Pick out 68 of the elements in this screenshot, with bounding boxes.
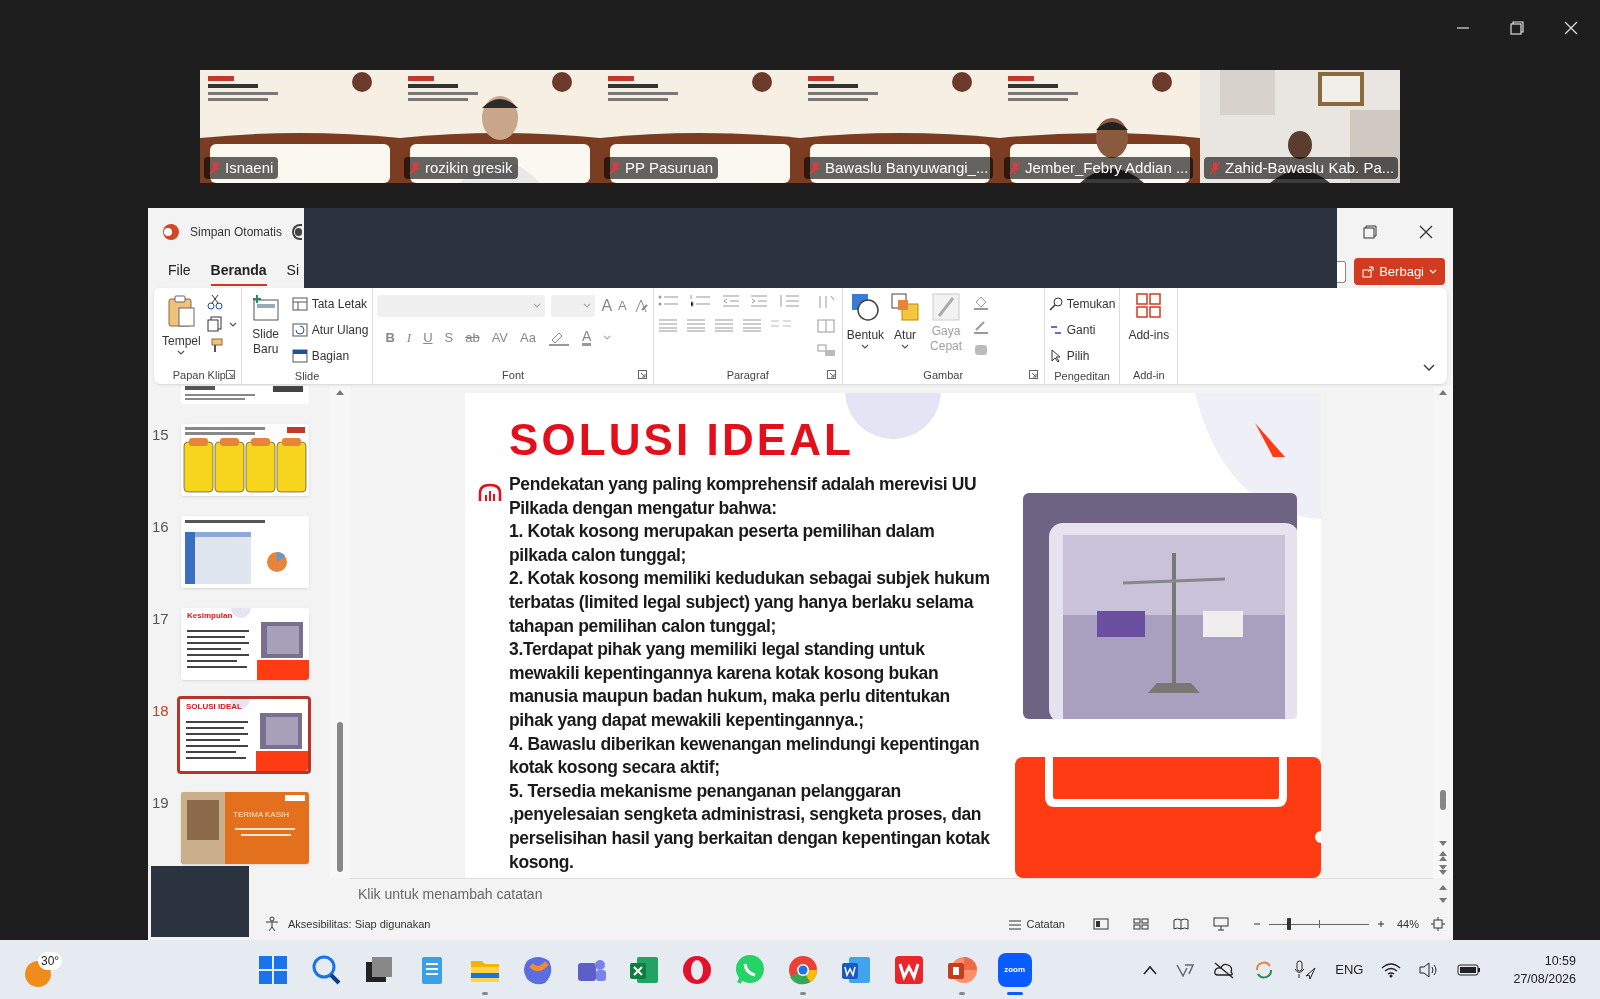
group-label: Paragraf xyxy=(726,367,769,383)
group-label: Papan Klip xyxy=(172,367,226,383)
slide-thumbnail[interactable]: SOLUSI IDEAL xyxy=(177,696,311,774)
participant-name: Jember_Febry Addian ... xyxy=(1025,159,1189,177)
participant-name: Isnaeni xyxy=(225,159,274,177)
find-button[interactable]: Temukan xyxy=(1048,292,1116,316)
temperature: 30° xyxy=(38,951,63,970)
layout-button[interactable]: Tata Letak xyxy=(291,292,369,316)
slide-paragraph: 4. Bawaslu diberikan kewenangan melindungi kepentingan kotak kosong secara aktif; xyxy=(509,732,981,780)
participant-name: rozikin gresik xyxy=(425,159,513,177)
participant-name: PP Pasuruan xyxy=(625,159,714,177)
format-button[interactable]: Aa xyxy=(520,328,536,348)
accessibility-status[interactable]: Aksesibilitas: Siap digunakan xyxy=(288,915,431,933)
new-slide-button[interactable]: Slide Baru xyxy=(245,292,286,357)
slide-number: 16 xyxy=(152,517,170,537)
format-button[interactable]: S xyxy=(444,328,454,348)
slide-paragraph: 5. Tersedia mekanisme penanganan pelanggaran ,penyelesaian sengketa administrasi, sengketa proses, dan perselisihan hasil yang berkaitan dengan kepentingan kotak kosong. xyxy=(509,779,991,874)
select-button[interactable]: Pilih xyxy=(1048,344,1116,368)
format-button[interactable]: U xyxy=(423,328,433,348)
slide-number: 19 xyxy=(152,793,170,813)
time: 10:59 xyxy=(1544,952,1576,970)
slide-title: SOLUSI IDEAL xyxy=(509,415,854,465)
thumbnail-title: Kesimpulan xyxy=(187,611,233,620)
slide-number: 15 xyxy=(152,425,170,445)
paste-button[interactable]: Tempel xyxy=(162,292,201,356)
group-label: Gambar xyxy=(923,367,964,383)
shapes-button[interactable]: Bentuk xyxy=(846,292,885,350)
video-call-app-button[interactable]: zoom xyxy=(997,952,1032,987)
format-button[interactable]: ab xyxy=(465,328,480,348)
input-language[interactable]: ENG xyxy=(1335,959,1364,980)
group-label: Slide xyxy=(294,369,320,384)
share-button[interactable]: Berbagi xyxy=(1354,258,1445,285)
grow-font-button[interactable]: A xyxy=(601,294,613,318)
notes-field[interactable]: Klik untuk menambah catatan xyxy=(350,878,1433,910)
format-button[interactable]: AV xyxy=(491,328,509,348)
slide-number: 17 xyxy=(152,609,170,629)
reset-button[interactable]: Atur Ulang xyxy=(291,318,369,342)
replace-button[interactable]: Ganti xyxy=(1048,318,1116,342)
slide-thumbnail[interactable]: Kesimpulan xyxy=(181,608,309,680)
thumbnail-title: TERIMA KASIH xyxy=(233,810,289,819)
shrink-font-button[interactable]: A xyxy=(618,296,627,316)
thumbnail-title: SOLUSI IDEAL xyxy=(186,702,242,711)
slide-paragraph: 2. Kotak kosong memiliki kedudukan sebagai subjek hukum terbatas (limited legal subject) yang hanya berlaku selama tahapan pemilihan calon tunggal; xyxy=(509,567,991,638)
format-button[interactable]: B xyxy=(385,328,395,348)
autosave-label: Simpan Otomatis xyxy=(190,223,283,241)
add-ins-button[interactable]: Add-ins xyxy=(1124,292,1174,344)
notes-button[interactable]: Catatan xyxy=(1008,915,1065,933)
ribbon-tab[interactable]: File xyxy=(168,257,191,286)
participant-name: Bawaslu Banyuwangi_... xyxy=(825,159,989,177)
ribbon-tab[interactable]: Si xyxy=(286,257,300,286)
notes-placeholder: Klik untuk menambah catatan xyxy=(358,885,543,904)
slide-number: 18 xyxy=(152,701,170,721)
format-button[interactable]: I xyxy=(406,328,412,348)
slide-paragraph: Pendekatan yang paling komprehensif adalah merevisi UU Pilkada dengan mengatur bahwa: xyxy=(509,473,978,520)
clock[interactable]: 10:59 27/08/2026 xyxy=(1513,951,1576,988)
date: 27/08/2026 xyxy=(1513,970,1576,988)
participant-name: Zahid-Bawaslu Kab. Pa... xyxy=(1225,159,1395,177)
section-button[interactable]: Bagian xyxy=(291,344,369,368)
ribbon-tab[interactable]: Beranda xyxy=(210,257,267,286)
group-label: Add-in xyxy=(1132,367,1165,383)
font-color-button[interactable]: A xyxy=(581,329,592,347)
slide-paragraph: 3.Terdapat pihak yang memiliki legal standing untuk mewakili kepentingannya karena kotak kosong bukan manusia maupun badan hukum, maka perlu ditentukan pihak yang dapat mewakili kepentingannya.; xyxy=(509,638,951,732)
zoom-percentage[interactable]: 44% xyxy=(1396,915,1419,933)
group-label: Pengeditan xyxy=(1054,369,1110,384)
weather-widget[interactable]: 30° xyxy=(24,949,64,990)
arrange-button[interactable]: Atur xyxy=(890,292,921,350)
slide-paragraph: 1. Kotak kosong merupakan peserta pemilihan dalam pilkada calon tunggal; xyxy=(509,520,936,567)
group-label: Font xyxy=(502,367,525,383)
